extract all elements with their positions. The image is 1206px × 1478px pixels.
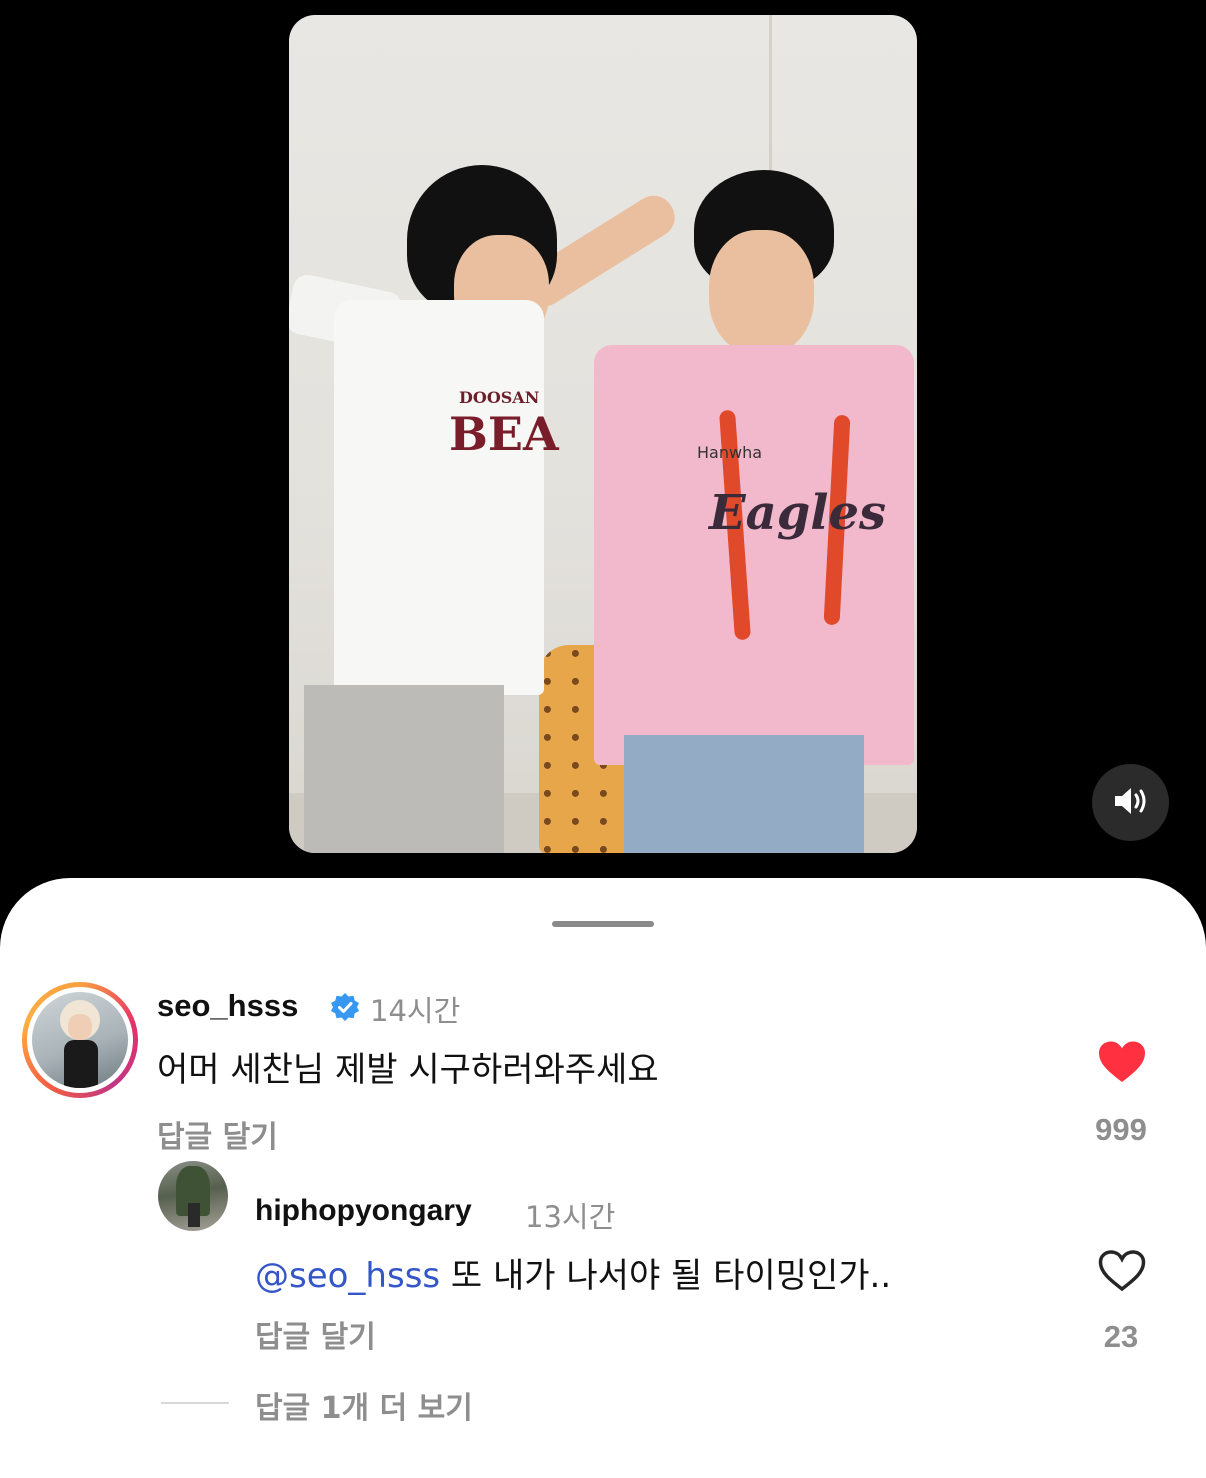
view-more-replies-button[interactable]: 답글 1개 더 보기	[255, 1383, 473, 1427]
verified-badge-icon	[330, 992, 360, 1026]
reply-button[interactable]: 답글 달기	[255, 1312, 376, 1356]
avatar[interactable]	[158, 1161, 228, 1231]
comment-text: @seo_hsss 또 내가 나서야 될 타이밍인가..	[255, 1248, 891, 1297]
speaker-icon	[1112, 784, 1150, 822]
mute-toggle-button[interactable]	[1092, 764, 1169, 841]
heart-outline-icon[interactable]	[1097, 1249, 1147, 1297]
comment-text: 어머 세찬님 제발 시구하러와주세요	[157, 1050, 659, 1090]
video-player[interactable]: DOOSAN BEA Hanwha Eagles	[289, 15, 917, 853]
avatar-story-ring[interactable]	[22, 982, 138, 1098]
comment-time: 14시간	[370, 994, 461, 1028]
jersey-team-left: BEA	[449, 407, 559, 461]
like-count: 23	[1103, 1319, 1139, 1354]
heart-filled-icon[interactable]	[1097, 1040, 1147, 1088]
jersey-sponsor-right: Hanwha	[697, 443, 763, 462]
reply-button[interactable]: 답글 달기	[157, 1112, 278, 1156]
comments-sheet: seo_hsss 14시간 어머 세찬님 제발 시구하러와주세요 답글 달기 9…	[0, 878, 1206, 1478]
comment-username[interactable]: hiphopyongary	[255, 1194, 472, 1228]
avatar	[32, 992, 128, 1088]
more-replies-line	[161, 1402, 229, 1404]
mention-link[interactable]: @seo_hsss	[255, 1256, 440, 1296]
jersey-brand-left: DOOSAN	[459, 388, 540, 407]
comment-body: 또 내가 나서야 될 타이밍인가..	[440, 1256, 892, 1296]
comment-username[interactable]: seo_hsss	[157, 988, 298, 1024]
like-count: 999	[1095, 1112, 1147, 1147]
comment-time: 13시간	[525, 1200, 616, 1234]
jersey-team-right: Eagles	[709, 485, 887, 541]
sheet-drag-handle[interactable]	[552, 921, 654, 927]
